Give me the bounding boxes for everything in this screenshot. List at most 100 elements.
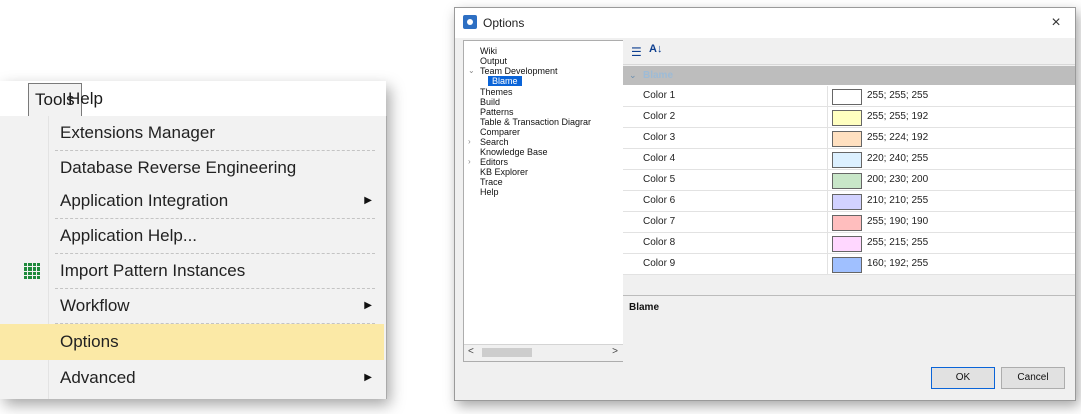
sort-az-icon[interactable]: A↓ [649, 43, 662, 55]
submenu-arrow-icon: ▶ [364, 300, 372, 311]
property-row[interactable]: Color 8 255; 215; 255 [623, 233, 1075, 254]
cancel-button[interactable]: Cancel [1001, 367, 1065, 389]
color-swatch [832, 194, 862, 210]
ok-button[interactable]: OK [931, 367, 995, 389]
menu-item-options[interactable]: Options [0, 324, 384, 360]
tree-collapsed-icon[interactable]: › [468, 137, 471, 147]
description-title: Blame [629, 302, 660, 313]
property-name: Color 3 [643, 132, 676, 143]
property-name: Color 2 [643, 111, 676, 122]
menu-item-label: Application Integration [60, 191, 229, 210]
property-grid-panel: ☰ A↓ ⌄ Blame Color 1 255; 255; 255 Color 2… [623, 40, 1075, 363]
tree-item-patterns[interactable]: Patterns [480, 107, 514, 117]
tree-item-output[interactable]: Output [480, 56, 507, 66]
property-row[interactable]: Color 5 200; 230; 200 [623, 170, 1075, 191]
property-name: Color 9 [643, 258, 676, 269]
menu-item-extensions-manager[interactable]: Extensions Manager [0, 116, 384, 149]
tree-item-team-development[interactable]: Team Development [480, 66, 558, 76]
menu-item-application-help[interactable]: Application Help... [0, 219, 384, 252]
tree-item-comparer[interactable]: Comparer [480, 127, 520, 137]
property-value[interactable]: 255; 190; 190 [867, 212, 928, 232]
menu-item-label: Database Reverse Engineering [60, 158, 297, 177]
color-swatch [832, 173, 862, 189]
description-panel: Blame [623, 295, 1075, 363]
tree-item-themes[interactable]: Themes [480, 87, 513, 97]
property-name: Color 4 [643, 153, 676, 164]
dialog-titlebar[interactable]: Options × [455, 8, 1075, 38]
property-name: Color 5 [643, 174, 676, 185]
tree-item-kb-explorer[interactable]: KB Explorer [480, 167, 528, 177]
property-value[interactable]: 255; 255; 255 [867, 86, 928, 106]
column-divider [827, 191, 828, 211]
pattern-grid-icon [24, 263, 40, 279]
column-divider [827, 128, 828, 148]
color-swatch [832, 215, 862, 231]
color-swatch [832, 236, 862, 252]
menubar-help[interactable]: Help [62, 83, 109, 114]
tools-dropdown: Extensions Manager Database Reverse Engi… [0, 116, 387, 399]
options-tree: Wiki Output ⌄ Team Development Blame The… [463, 40, 625, 362]
menu-item-label: Options [60, 332, 119, 351]
property-row[interactable]: Color 7 255; 190; 190 [623, 212, 1075, 233]
property-row[interactable]: Color 9 160; 192; 255 [623, 254, 1075, 275]
scroll-left-icon[interactable]: < [468, 346, 474, 357]
category-label: Blame [643, 70, 674, 81]
color-swatch [832, 257, 862, 273]
tree-item-blame[interactable]: Blame [488, 76, 522, 86]
category-row[interactable]: ⌄ Blame [623, 66, 1075, 85]
tree-item-search[interactable]: Search [480, 137, 509, 147]
property-name: Color 1 [643, 90, 676, 101]
menu-item-application-integration[interactable]: Application Integration ▶ [0, 184, 384, 217]
property-row[interactable]: Color 3 255; 224; 192 [623, 128, 1075, 149]
menu-item-advanced[interactable]: Advanced ▶ [0, 361, 384, 394]
tree-expanded-icon[interactable]: ⌄ [468, 66, 475, 76]
collapse-category-icon[interactable]: ⌄ [629, 66, 637, 85]
menu-item-label: Import Pattern Instances [60, 261, 246, 280]
menu-item-label: Advanced [60, 368, 136, 387]
column-divider [827, 107, 828, 127]
property-name: Color 7 [643, 216, 676, 227]
property-grid: ⌄ Blame Color 1 255; 255; 255 Color 2 255; … [623, 66, 1075, 275]
tree-collapsed-icon[interactable]: › [468, 157, 471, 167]
color-swatch [832, 131, 862, 147]
dialog-title: Options [483, 16, 525, 30]
property-value[interactable]: 255; 215; 255 [867, 233, 928, 253]
close-button[interactable]: × [1041, 8, 1071, 38]
tree-item-knowledge-base[interactable]: Knowledge Base [480, 147, 548, 157]
tree-item-trace[interactable]: Trace [480, 177, 503, 187]
column-divider [827, 233, 828, 253]
categorized-icon[interactable]: ☰ [631, 45, 642, 59]
menu-item-label: Application Help... [60, 226, 198, 245]
tree-item-help[interactable]: Help [480, 187, 499, 197]
tree-horizontal-scrollbar[interactable]: < > [464, 344, 624, 361]
menu-item-workflow[interactable]: Workflow ▶ [0, 289, 384, 322]
property-row[interactable]: Color 2 255; 255; 192 [623, 107, 1075, 128]
column-divider [827, 170, 828, 190]
property-value[interactable]: 255; 255; 192 [867, 107, 928, 127]
menu-item-label: Workflow [60, 296, 130, 315]
menu-item-database-reverse-engineering[interactable]: Database Reverse Engineering [0, 151, 384, 184]
property-value[interactable]: 210; 210; 255 [867, 191, 928, 211]
property-value[interactable]: 160; 192; 255 [867, 254, 928, 274]
tree-item-build[interactable]: Build [480, 97, 500, 107]
color-swatch [832, 152, 862, 168]
property-value[interactable]: 200; 230; 200 [867, 170, 928, 190]
scroll-right-icon[interactable]: > [612, 346, 618, 357]
column-divider [827, 86, 828, 106]
tree-item-editors[interactable]: Editors [480, 157, 508, 167]
menu-item-import-pattern-instances[interactable]: Import Pattern Instances [0, 254, 384, 287]
options-dialog: Options × Wiki Output ⌄ Team Development… [454, 7, 1076, 401]
menubar: Tools Help [0, 81, 386, 117]
column-divider [827, 212, 828, 232]
property-row[interactable]: Color 6 210; 210; 255 [623, 191, 1075, 212]
property-row[interactable]: Color 4 220; 240; 255 [623, 149, 1075, 170]
options-app-icon [463, 15, 477, 29]
scroll-thumb[interactable] [482, 348, 532, 357]
property-value[interactable]: 255; 224; 192 [867, 128, 928, 148]
tree-item-wiki[interactable]: Wiki [480, 46, 497, 56]
color-swatch [832, 110, 862, 126]
tree-item-table-transaction-diagram[interactable]: Table & Transaction Diagrar [480, 117, 591, 127]
submenu-arrow-icon: ▶ [364, 195, 372, 206]
property-value[interactable]: 220; 240; 255 [867, 149, 928, 169]
property-row[interactable]: Color 1 255; 255; 255 [623, 86, 1075, 107]
